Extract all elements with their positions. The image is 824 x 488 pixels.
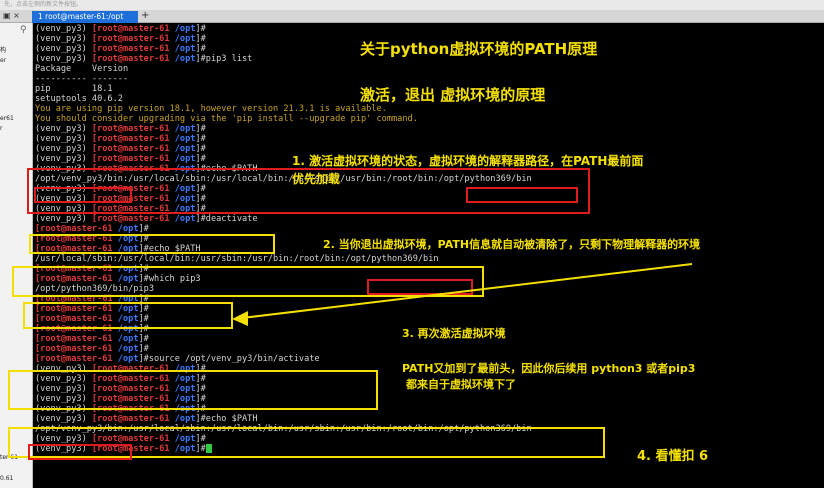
arrow-icon (232, 263, 693, 326)
